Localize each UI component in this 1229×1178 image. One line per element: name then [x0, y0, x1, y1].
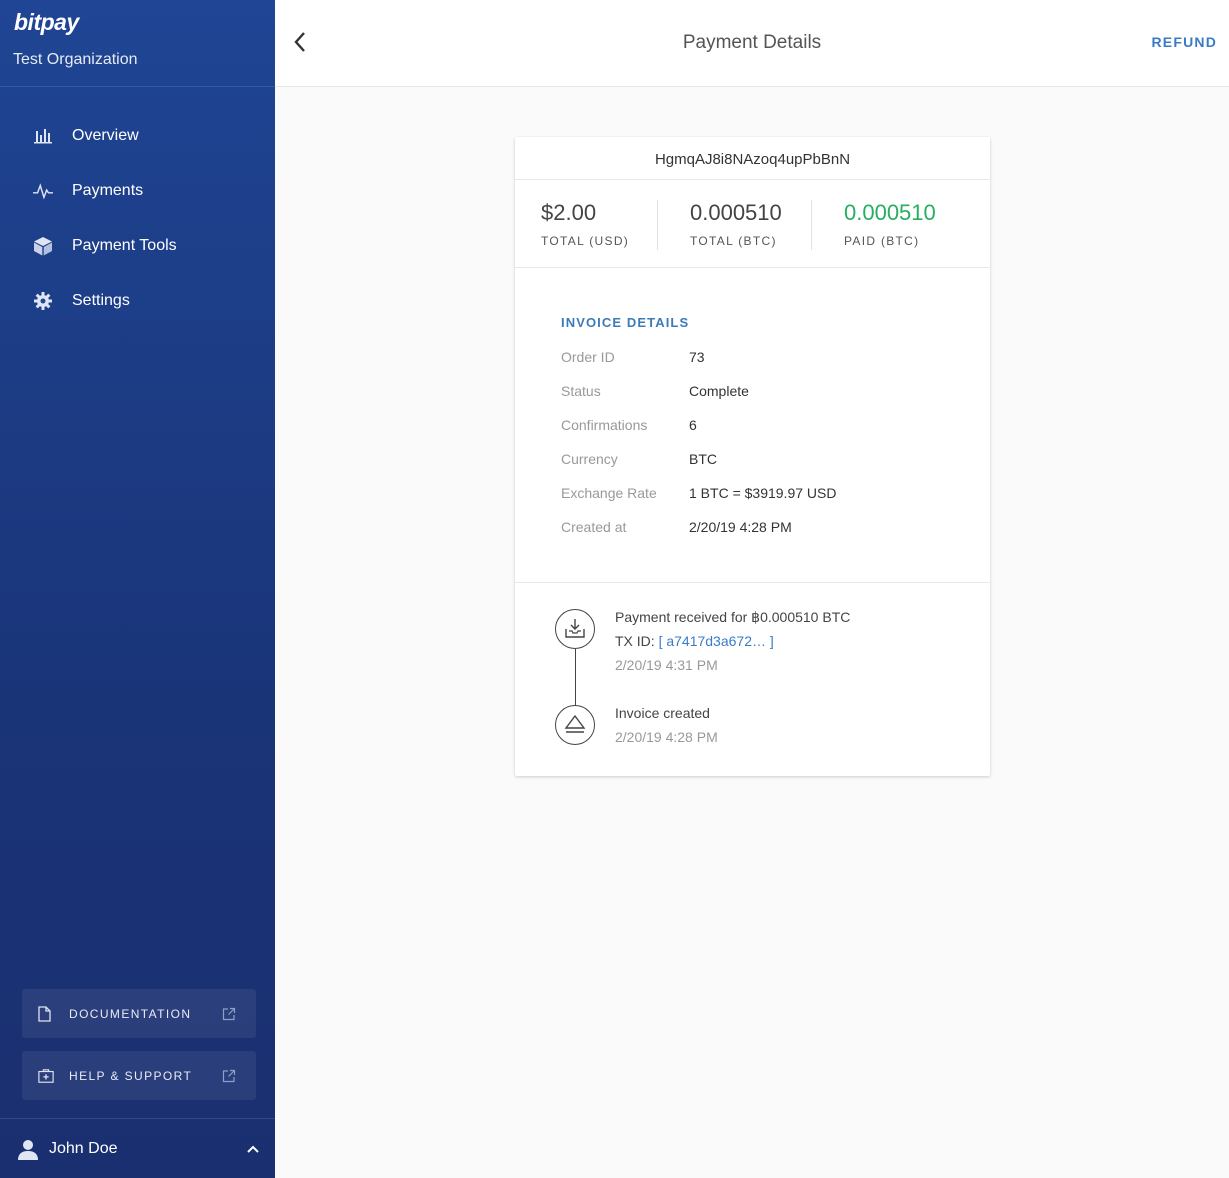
detail-key: Confirmations — [561, 417, 648, 433]
card-divider — [515, 582, 990, 583]
invoice-details-title: INVOICE DETAILS — [561, 315, 690, 330]
page-header: Payment Details REFUND — [275, 0, 1229, 87]
detail-value: 73 — [689, 349, 705, 365]
paid-btc: 0.000510 PAID (BTC) — [844, 200, 936, 248]
cube-icon — [33, 236, 53, 256]
tx-id-line: TX ID: [ a7417d3a672… ] — [615, 629, 850, 653]
sidebar-item-overview[interactable]: Overview — [0, 108, 275, 163]
sidebar-item-label: Payments — [72, 181, 144, 199]
totals-separator — [811, 200, 812, 250]
tx-id-open-bracket: [ — [658, 633, 663, 649]
detail-key: Order ID — [561, 349, 615, 365]
detail-row-currency: Currency BTC — [561, 451, 836, 485]
sidebar-item-label: Settings — [72, 291, 130, 309]
tx-id-link[interactable]: a7417d3a672… — [666, 633, 766, 649]
detail-row-confirmations: Confirmations 6 — [561, 417, 836, 451]
detail-row-created-at: Created at 2/20/19 4:28 PM — [561, 519, 836, 553]
documentation-button[interactable]: DOCUMENTATION — [22, 989, 256, 1038]
payment-details-card: HgmqAJ8i8NAzoq4upPbBnN $2.00 TOTAL (USD)… — [515, 137, 990, 776]
external-link-icon — [222, 1007, 236, 1021]
detail-value: 2/20/19 4:28 PM — [689, 519, 792, 535]
detail-key: Exchange Rate — [561, 485, 657, 501]
detail-value: 6 — [689, 417, 697, 433]
timeline-connector — [575, 649, 577, 707]
gear-icon — [33, 291, 53, 311]
help-support-button[interactable]: HELP & SUPPORT — [22, 1051, 256, 1100]
detail-key: Status — [561, 383, 601, 399]
total-usd: $2.00 TOTAL (USD) — [541, 200, 629, 248]
bitpay-logo[interactable]: bitpay — [14, 9, 79, 36]
detail-row-order-id: Order ID 73 — [561, 349, 836, 383]
organization-name: Test Organization — [13, 51, 138, 68]
total-btc-label: TOTAL (BTC) — [690, 234, 777, 248]
refund-button[interactable]: REFUND — [1151, 34, 1217, 50]
timeline-time: 2/20/19 4:31 PM — [615, 657, 718, 673]
sidebar-divider — [0, 86, 275, 87]
eject-icon — [555, 705, 595, 745]
timeline-time: 2/20/19 4:28 PM — [615, 729, 718, 745]
download-tray-icon — [555, 609, 595, 649]
user-name: John Doe — [49, 1139, 118, 1157]
detail-value: 1 BTC = $3919.97 USD — [689, 485, 837, 501]
external-link-icon — [222, 1069, 236, 1083]
detail-value: BTC — [689, 451, 717, 467]
total-usd-label: TOTAL (USD) — [541, 234, 630, 248]
totals-row: $2.00 TOTAL (USD) 0.000510 TOTAL (BTC) 0… — [515, 180, 990, 267]
chevron-up-icon[interactable] — [246, 1142, 260, 1156]
timeline-title: Invoice created — [615, 705, 710, 721]
totals-separator — [657, 200, 658, 250]
first-aid-icon — [38, 1067, 54, 1085]
detail-key: Created at — [561, 519, 627, 535]
detail-row-exchange-rate: Exchange Rate 1 BTC = $3919.97 USD — [561, 485, 836, 519]
detail-value: Complete — [689, 383, 749, 399]
total-usd-value: $2.00 — [541, 200, 597, 225]
card-divider — [515, 267, 990, 268]
total-btc-value: 0.000510 — [690, 200, 782, 225]
user-avatar-icon — [17, 1138, 39, 1160]
paid-btc-label: PAID (BTC) — [844, 234, 920, 248]
document-icon — [38, 1005, 54, 1023]
paid-btc-value: 0.000510 — [844, 200, 936, 225]
detail-key: Currency — [561, 451, 618, 467]
timeline-title: Payment received for ฿0.000510 BTC — [615, 609, 851, 625]
tx-id-close-bracket: ] — [769, 633, 774, 649]
total-btc: 0.000510 TOTAL (BTC) — [690, 200, 782, 248]
invoice-details-list: Order ID 73 Status Complete Confirmation… — [561, 349, 836, 553]
pulse-icon — [33, 181, 53, 201]
sidebar-item-settings[interactable]: Settings — [0, 273, 275, 328]
page-title: Payment Details — [682, 32, 822, 53]
help-support-label: HELP & SUPPORT — [69, 1068, 193, 1083]
sidebar: bitpay Test Organization Overview Paymen… — [0, 0, 275, 1178]
sidebar-item-label: Overview — [72, 126, 139, 144]
detail-row-status: Status Complete — [561, 383, 836, 417]
bar-chart-icon — [33, 126, 53, 146]
user-menu[interactable]: John Doe — [0, 1119, 275, 1178]
sidebar-nav: Overview Payments Payment Tools Settings — [0, 108, 275, 328]
sidebar-item-label: Payment Tools — [72, 236, 177, 254]
sidebar-item-payments[interactable]: Payments — [0, 163, 275, 218]
invoice-id: HgmqAJ8i8NAzoq4upPbBnN — [654, 151, 851, 168]
timeline-item-payment-received: Payment received for ฿0.000510 BTC TX ID… — [615, 605, 850, 677]
sidebar-item-payment-tools[interactable]: Payment Tools — [0, 218, 275, 273]
tx-id-label: TX ID: — [615, 633, 655, 649]
documentation-label: DOCUMENTATION — [69, 1006, 192, 1021]
timeline-item-invoice-created: Invoice created 2/20/19 4:28 PM — [615, 701, 718, 749]
